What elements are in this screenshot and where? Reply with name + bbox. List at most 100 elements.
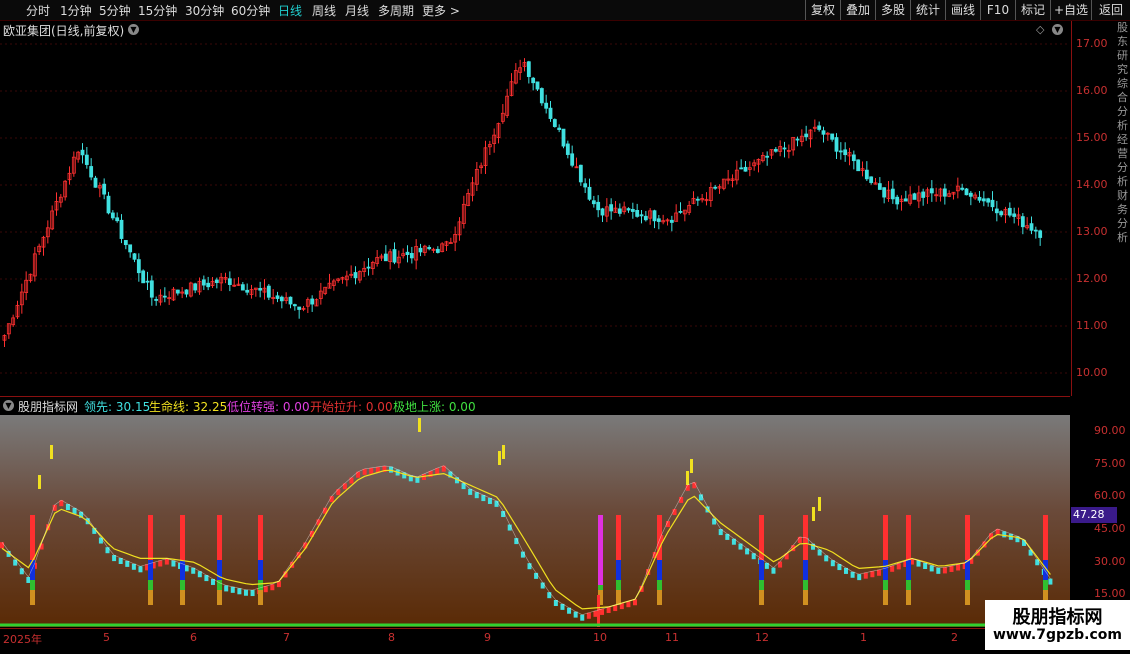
candle-body (990, 199, 995, 208)
multi-stock-button[interactable]: 多股 (875, 0, 910, 20)
indicator-axis-label: 90.00 (1094, 424, 1126, 437)
indicator-bar (936, 567, 941, 574)
indicator-axis-label: 30.00 (1094, 555, 1126, 568)
indicator-bar (850, 571, 855, 578)
indicator-bar (929, 565, 934, 572)
indicator-bar (1048, 578, 1053, 585)
candle-body (851, 154, 856, 162)
blue-signal-bar (657, 560, 662, 580)
candle-body (643, 215, 648, 221)
indicator-lifeline-value: 生命线: 32.25 (149, 400, 228, 414)
date-axis (0, 628, 1070, 650)
indicator-bar (184, 565, 189, 572)
chevron-down-icon[interactable]: ▼ (3, 400, 14, 411)
mark-button[interactable]: 标记 (1015, 0, 1050, 20)
indicator-axis-label: 60.00 (1094, 489, 1126, 502)
candle-body (526, 61, 531, 77)
indicator-lead-value: 领先: 30.15 (84, 400, 151, 414)
candle-body (552, 119, 557, 127)
candle-body (383, 253, 388, 262)
period-tab-weekly[interactable]: 周线 (312, 2, 336, 19)
yellow-signal-mark (50, 445, 53, 459)
candle-body (977, 196, 982, 201)
candle-body (132, 253, 137, 260)
indicator-name[interactable]: 股朋指标网 (18, 398, 78, 415)
indicator-bar (131, 563, 136, 570)
blue-signal-bar (803, 560, 808, 580)
candle-body (968, 192, 973, 197)
candle-body (561, 128, 566, 147)
indicator-bar (263, 586, 268, 593)
add-watchlist-button[interactable]: +自选 (1050, 0, 1091, 20)
candle-body (804, 133, 809, 138)
side-info-strip[interactable]: 股东研究综合分析经营分析财务分析 (1117, 21, 1130, 627)
f10-button[interactable]: F10 (980, 0, 1015, 20)
period-tab-60min[interactable]: 60分钟 (231, 2, 270, 19)
indicator-surge-value: 极地上涨: 0.00 (393, 400, 476, 414)
statistics-button[interactable]: 统计 (910, 0, 945, 20)
price-axis (1071, 21, 1117, 396)
period-tab-1min[interactable]: 1分钟 (60, 2, 92, 19)
candle-body (149, 280, 154, 298)
candle-body (864, 169, 869, 180)
candle-body (266, 285, 271, 298)
candle-body (669, 219, 674, 223)
date-label: 10 (593, 631, 607, 644)
candle-body (102, 183, 107, 195)
candle-body (912, 193, 917, 200)
chevron-down-icon[interactable]: ▼ (1052, 24, 1063, 35)
blue-signal-bar (759, 560, 764, 580)
period-tab-multi[interactable]: 多周期 (378, 2, 414, 19)
overlay-button[interactable]: 叠加 (840, 0, 875, 20)
candle-body (921, 191, 926, 198)
chevron-down-icon[interactable]: ▼ (128, 24, 139, 35)
indicator-bar (580, 614, 585, 621)
rise-signal-bar (597, 595, 600, 627)
candle-body (392, 249, 397, 263)
candle-body (201, 279, 206, 286)
yellow-signal-mark (818, 497, 821, 511)
green-signal-bar (883, 580, 888, 590)
indicator-bar (857, 574, 862, 581)
blue-signal-bar (883, 560, 888, 580)
candle-body (739, 167, 744, 170)
blue-signal-bar (906, 560, 911, 580)
period-tab-fenshi[interactable]: 分时 (26, 2, 50, 19)
orange-signal-bar (148, 590, 153, 605)
period-tab-5min[interactable]: 5分钟 (99, 2, 131, 19)
candle-body (535, 81, 540, 90)
draw-line-button[interactable]: 画线 (945, 0, 980, 20)
period-tab-monthly[interactable]: 月线 (345, 2, 369, 19)
low-strong-signal-bar (598, 515, 603, 585)
blue-signal-bar (258, 560, 263, 580)
period-tab-daily[interactable]: 日线 (278, 2, 302, 19)
indicator-bar (956, 564, 961, 571)
yellow-signal-mark (502, 445, 505, 459)
candle-body (895, 196, 900, 205)
rise-signal-bar (148, 515, 153, 560)
price-label: 13.00 (1076, 225, 1108, 238)
indicator-bar (171, 560, 176, 567)
indicator-bar (158, 560, 163, 567)
candle-body (80, 149, 85, 156)
diamond-icon[interactable]: ◇ (1036, 23, 1044, 36)
price-label: 10.00 (1076, 366, 1108, 379)
candle-body (184, 289, 189, 295)
indicator-bar (138, 566, 143, 573)
candle-body (128, 244, 133, 253)
yellow-signal-mark (690, 459, 693, 473)
fuquan-button[interactable]: 复权 (805, 0, 840, 20)
candle-body (583, 183, 588, 188)
back-button[interactable]: 返回 (1091, 0, 1130, 20)
orange-signal-bar (803, 590, 808, 605)
green-signal-bar (1043, 580, 1048, 590)
indicator-bar (1002, 531, 1007, 538)
green-signal-bar (148, 580, 153, 590)
indicator-chart[interactable] (0, 415, 1070, 627)
candle-body (795, 138, 800, 141)
period-tab-15min[interactable]: 15分钟 (138, 2, 177, 19)
candlestick-chart[interactable] (0, 21, 1070, 396)
candle-body (838, 150, 843, 153)
more-periods-button[interactable]: 更多 > (422, 2, 460, 19)
period-tab-30min[interactable]: 30分钟 (185, 2, 224, 19)
